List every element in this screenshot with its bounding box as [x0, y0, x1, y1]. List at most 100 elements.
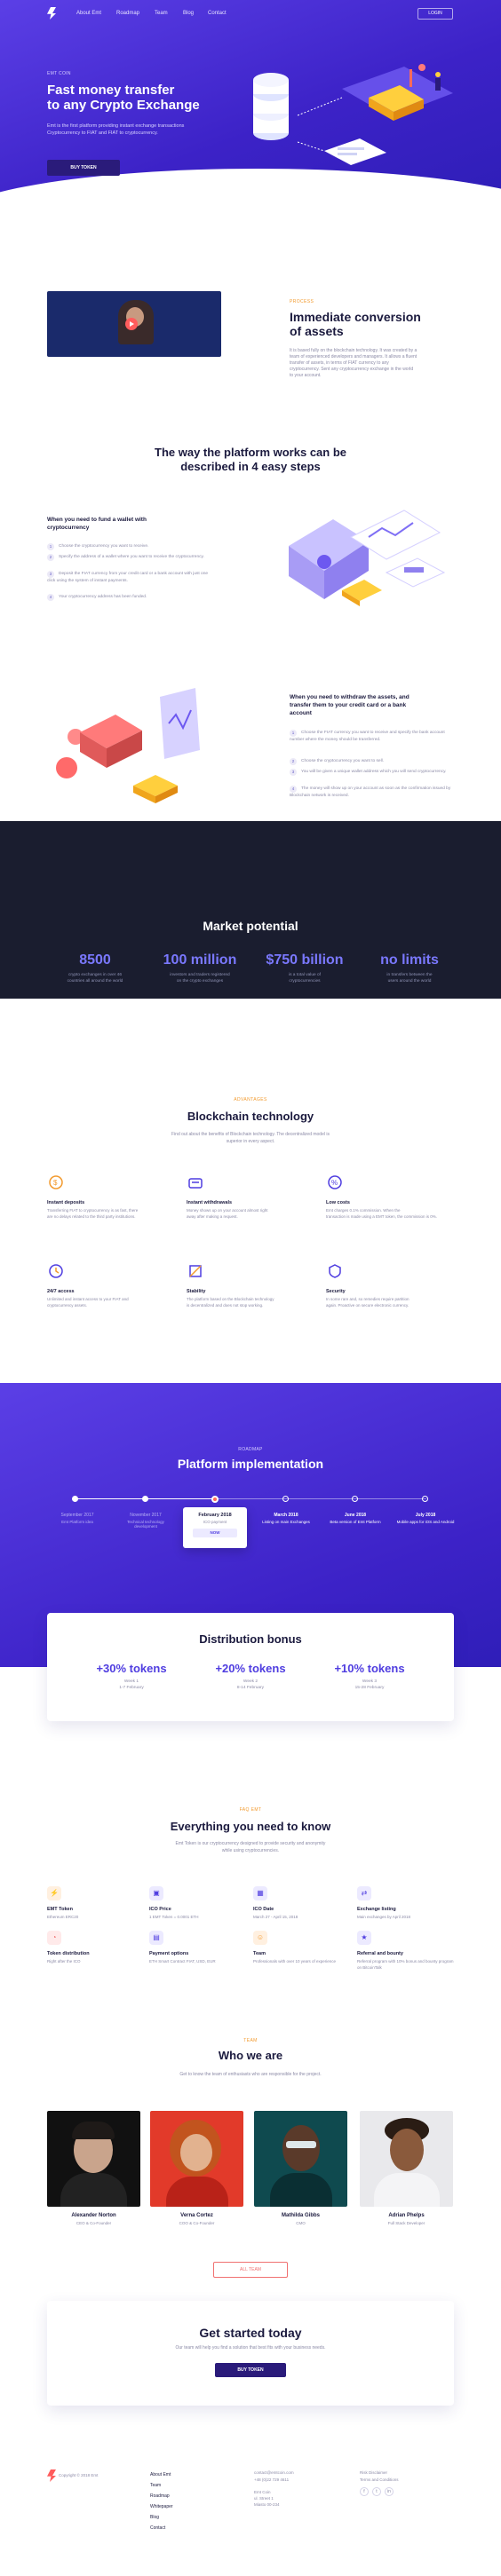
footer-link-blog[interactable]: Blog: [150, 2515, 159, 2520]
info-sub-1: Emt Token is our cryptocurrency designed…: [175, 1841, 326, 1846]
coin-stack: [253, 73, 289, 140]
bonus-title: Distribution bonus: [199, 1632, 302, 1646]
wallet-illustration: [289, 510, 446, 606]
footer-link-about[interactable]: About Emt: [150, 2472, 171, 2477]
price-icon: ▣: [149, 1886, 163, 1900]
footer-risk-disclaimer[interactable]: Risk Disclaimer: [360, 2469, 387, 2477]
hero-lead-1: Emt is the first platform providing inst…: [47, 123, 185, 129]
withdraw-title-1: When you need to withdraw the assets, an…: [290, 694, 410, 700]
footer-terms[interactable]: Terms and Conditions: [360, 2477, 399, 2484]
footer-logo-icon[interactable]: [47, 2469, 56, 2482]
footer-link-whitepaper[interactable]: Whitepaper: [150, 2504, 173, 2509]
avatar-verna[interactable]: [150, 2111, 243, 2207]
steps-title-2: described in 4 easy steps: [180, 460, 321, 473]
stat-limits: no limits in transfers between the users…: [380, 952, 439, 984]
deposit-icon: $: [49, 1175, 63, 1189]
timeline-dot-6[interactable]: [422, 1496, 428, 1502]
info-emt-token: ⚡ EMT Token Ethereum ERC20: [47, 1886, 145, 1920]
hero-illustration: [253, 64, 453, 165]
roadmap-item-6: July 2018 Mobile apps for iOS and Android: [396, 1513, 455, 1524]
play-icon[interactable]: [125, 318, 138, 330]
timeline-dot-5[interactable]: [352, 1496, 358, 1502]
roadmap-item-2: November 2017 Technical technology develo…: [127, 1513, 164, 1529]
timeline-dot-4[interactable]: [282, 1496, 289, 1502]
blockchain-sub-2: superior in every aspect.: [226, 1139, 275, 1144]
hero-buy-token-button[interactable]: BUY TOKEN: [47, 160, 120, 176]
stability-icon: [189, 1265, 202, 1277]
payment-icon: ▤: [149, 1931, 163, 1945]
steps-title-1: The way the platform works can be: [155, 446, 346, 459]
logo-icon[interactable]: [47, 7, 56, 20]
video-thumbnail[interactable]: [47, 291, 221, 357]
member-alexander: Alexander Norton CEO & Co-Founder: [71, 2213, 116, 2225]
nav-blog[interactable]: Blog: [183, 11, 194, 16]
roadmap-item-4: March 2018 Listing on main Exchanges: [262, 1513, 310, 1524]
footer-email[interactable]: contact@emtcoin.com: [254, 2469, 294, 2477]
all-team-button[interactable]: ALL TEAM: [213, 2262, 288, 2278]
wallet-step-1: 1 Choose the cryptocurrency you want to r…: [47, 543, 216, 550]
team-tag: TEAM: [243, 2038, 258, 2043]
hero-section: About Emt Roadmap Team Blog Contact LOGI…: [0, 0, 501, 195]
twitter-icon[interactable]: t: [372, 2487, 381, 2496]
stat-exchanges: 8500 crypto exchanges in over 46 countri…: [67, 952, 123, 984]
withdraw-step-1: 1 Choose the FIAT currency you want to re…: [290, 730, 445, 742]
avatar-adrian[interactable]: [360, 2111, 453, 2207]
footer-link-team[interactable]: Team: [150, 2483, 161, 2488]
roadmap-item-1: September 2017 Emt Platform idea: [60, 1513, 94, 1524]
blockchain-tag: ADVANTAGES: [234, 1097, 267, 1102]
feature-instant-deposits: $ Instant deposits Transferring FIAT to …: [47, 1173, 171, 1221]
team-sub: Get to know the team of enthusiasts who …: [179, 2072, 322, 2077]
market-title: Market potential: [203, 919, 298, 933]
team-title: Who we are: [218, 2049, 283, 2062]
roadmap-item-3-current[interactable]: February 2018 ICO payment NOW: [183, 1507, 247, 1548]
get-started-title: Get started today: [199, 2326, 302, 2340]
wallet-title-1: When you need to fund a wallet with: [47, 517, 147, 523]
info-referral: ★ Referral and bounty Referral program w…: [357, 1931, 455, 1972]
get-started-buy-button[interactable]: BUY TOKEN: [215, 2363, 286, 2377]
timeline-dot-1[interactable]: [72, 1496, 78, 1502]
info-token-distribution: ◔ Token distribution Right after the ICO: [47, 1931, 145, 1964]
avatar-mathilda[interactable]: [254, 2111, 347, 2207]
login-button[interactable]: LOGIN: [418, 8, 453, 20]
stat-value: $750 billion is a total value of cryptoc…: [266, 952, 344, 984]
info-title: Everything you need to know: [170, 1820, 331, 1833]
member-mathilda: Mathilda Gibbs CMO: [281, 2213, 320, 2225]
stat-investors: 100 million investors and traders regist…: [163, 952, 237, 984]
facebook-icon[interactable]: f: [360, 2487, 369, 2496]
bonus-card: Distribution bonus +30% tokens Week 1 1-…: [47, 1613, 454, 1721]
withdrawal-icon: [188, 1178, 203, 1189]
referral-icon: ★: [357, 1931, 371, 1945]
nav-contact[interactable]: Contact: [208, 11, 227, 16]
timeline-dot-2[interactable]: [142, 1496, 148, 1502]
withdraw-illustration: [56, 688, 200, 803]
distribution-icon: ◔: [47, 1931, 61, 1945]
info-team: ☺ Team Professionals with over 10 years …: [253, 1931, 351, 1964]
hero-lead-2: Cryptocurrency to FIAT and FIAT to crypt…: [47, 130, 158, 136]
team-icon: ☺: [253, 1931, 267, 1945]
hero-title-1: Fast money transfer: [47, 83, 175, 98]
avatar-alexander[interactable]: [47, 2111, 140, 2207]
nav-roadmap[interactable]: Roadmap: [116, 11, 139, 16]
member-verna: Verna Cortez COO & Co-Founder: [179, 2213, 215, 2225]
wallet-step-4: 4 Your cryptocurrency address has been fu…: [47, 594, 216, 601]
nav-about[interactable]: About Emt: [76, 11, 101, 16]
svg-text:$: $: [53, 1179, 58, 1187]
member-adrian: Adrian Phelps Full Stack Developer: [387, 2213, 425, 2225]
conversion-title-1: Immediate conversion: [290, 310, 421, 324]
conversion-text-5: to your account.: [290, 373, 322, 378]
clock-icon: [49, 1264, 63, 1278]
blockchain-title: Blockchain technology: [187, 1110, 314, 1123]
get-started-sub: Our team will help you find a solution t…: [175, 2345, 326, 2351]
footer-phone[interactable]: +48 (0)22 729 4611: [254, 2477, 289, 2484]
bonus-week-1: +30% tokens Week 1 1-7 February: [96, 1662, 167, 1690]
linkedin-icon[interactable]: in: [385, 2487, 394, 2496]
exchange-icon: ⇄: [357, 1886, 371, 1900]
nav-team[interactable]: Team: [155, 11, 168, 16]
footer-link-contact[interactable]: Contact: [150, 2525, 165, 2531]
calendar-icon: ▦: [253, 1886, 267, 1900]
footer-link-roadmap[interactable]: Roadmap: [150, 2493, 170, 2499]
feature-stability: Stability The platform based on the Bloc…: [187, 1262, 311, 1309]
feature-security: Security In some rare and, so remedies r…: [326, 1262, 455, 1309]
timeline-dot-3[interactable]: [211, 1496, 219, 1503]
feature-instant-withdrawals: Instant withdrawals Money shows up on yo…: [187, 1173, 311, 1221]
